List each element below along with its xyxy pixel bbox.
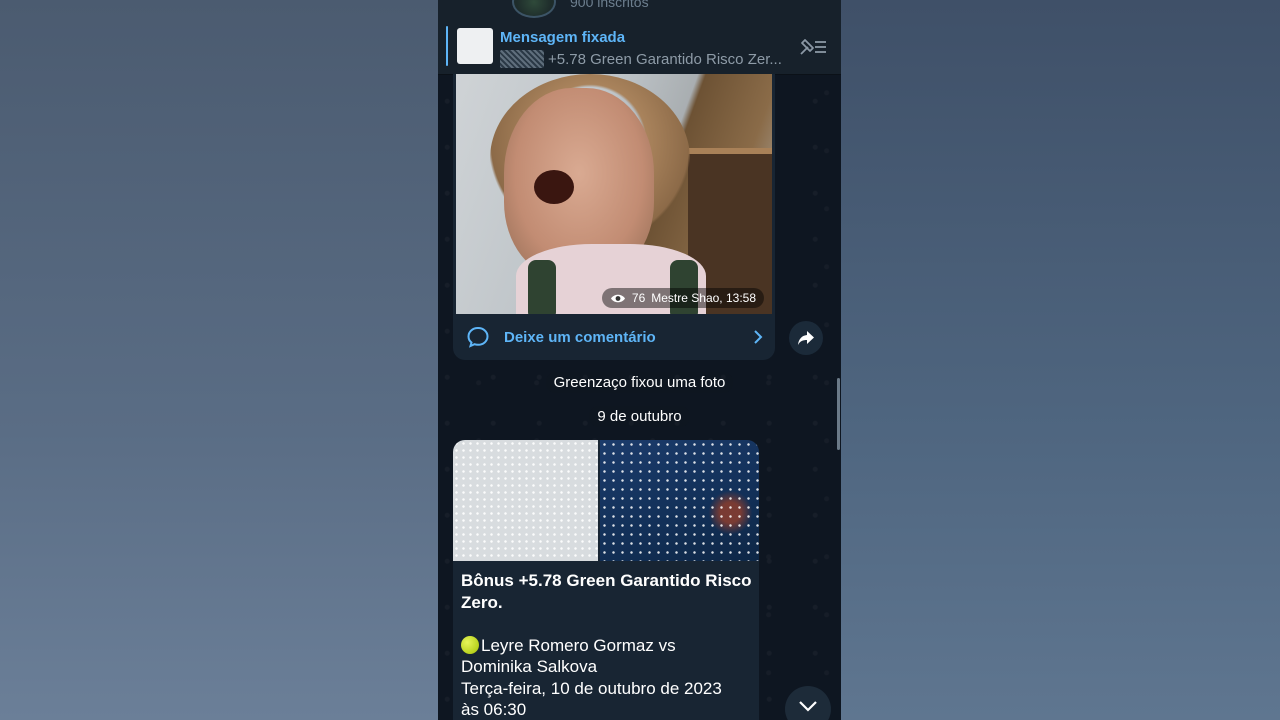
tennis-ball-icon [461,636,479,654]
subscriber-count: 900 inscritos [570,0,649,10]
chevron-right-icon [754,330,763,344]
video-thumbnail[interactable]: 76 Mestre Shao, 13:58 [456,74,772,314]
view-count: 76 [631,291,646,305]
pinned-indicator [446,26,448,66]
post-photo-2[interactable] [600,440,759,561]
channel-avatar[interactable] [512,0,556,18]
comment-bubble-icon [467,326,489,348]
video-meta: 76 Mestre Shao, 13:58 [601,288,764,308]
pinned-text: +5.78 Green Garantido Risco Zer... [548,50,782,68]
date-separator: 9 de outubro [438,406,841,427]
pinned-photo-notice: Greenzaço fixou uma foto [438,372,841,393]
post-photo-1[interactable] [453,440,598,561]
share-arrow-icon [798,331,814,345]
unpin-list-icon[interactable] [798,36,828,58]
match-time: às 06:30 [461,700,527,719]
left-background [0,0,438,720]
telegram-channel-screen: 900 inscritos Mensagem fixada +5.78 Gree… [438,0,841,720]
scrollbar[interactable] [837,378,840,450]
share-button[interactable] [789,321,823,355]
mouth [534,170,574,204]
pinned-thumbnail [457,28,493,64]
comment-label: Deixe um comentário [504,328,656,346]
strap-left [528,260,556,314]
pinned-photo-text: Greenzaço fixou uma foto [545,372,734,393]
pinned-title: Mensagem fixada [500,29,626,46]
match-line-1: Leyre Romero Gormaz vs [461,635,759,656]
author-time: Mestre Shao, 13:58 [651,291,756,305]
channel-header: 900 inscritos [438,0,841,18]
post-title: Bônus +5.78 Green Garantido Risco Zero. [461,571,752,612]
chevron-down-icon [799,701,817,712]
right-background [841,0,1280,720]
eye-icon [610,294,625,302]
pinned-message-bar[interactable]: Mensagem fixada +5.78 Green Garantido Ri… [438,18,841,75]
pinned-mini-image [500,50,544,68]
bonus-post: Bônus +5.78 Green Garantido Risco Zero. … [453,440,759,720]
leave-comment-button[interactable]: Deixe um comentário [453,314,775,360]
match-line-2: Dominika Salkova [461,657,598,676]
pinned-preview: +5.78 Green Garantido Risco Zer... [500,49,788,69]
match-date: Terça-feira, 10 de outubro de 2023 [461,679,722,698]
date-text: 9 de outubro [589,406,690,427]
scroll-down-button[interactable] [785,686,831,720]
match-players-1: Leyre Romero Gormaz vs [481,636,676,655]
video-message: 76 Mestre Shao, 13:58 Deixe um comentári… [453,74,775,360]
